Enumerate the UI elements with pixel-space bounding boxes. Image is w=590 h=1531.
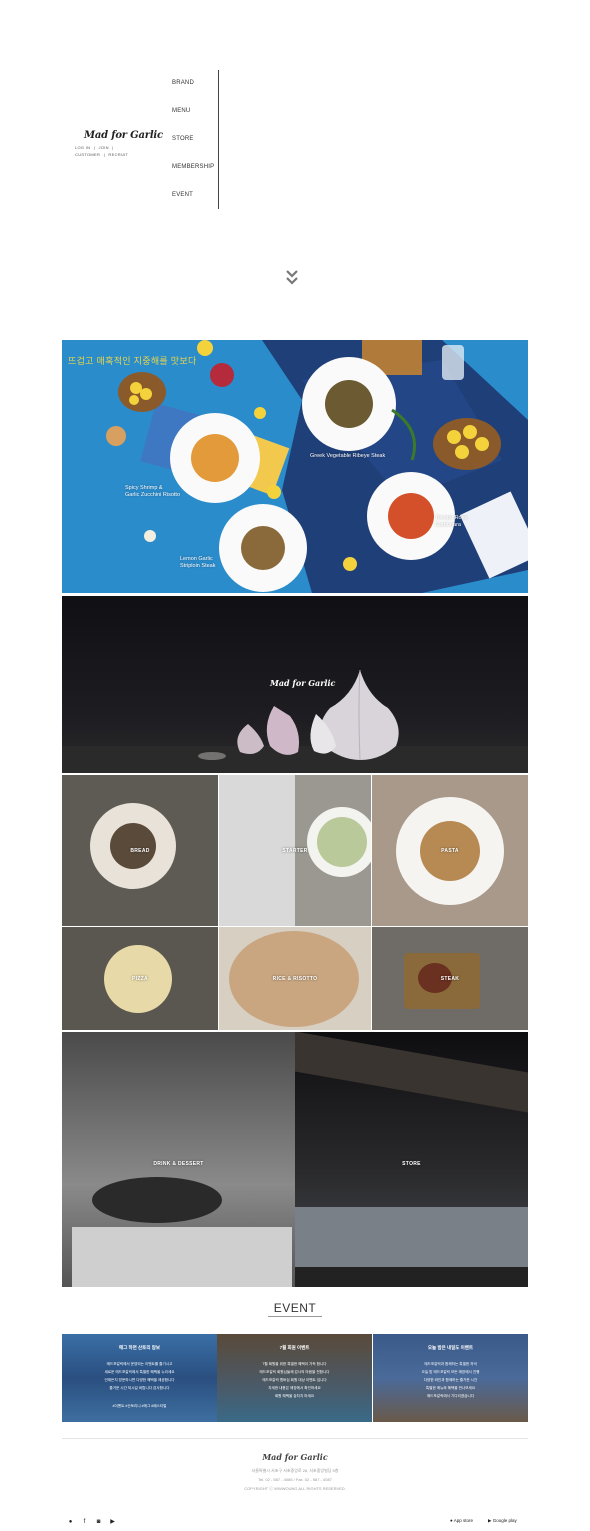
brand-banner-logo: Mad for Garlic [270,678,336,688]
app-store-label: App store [453,1518,473,1523]
event-card-body: 7월 회원을 위한 특별한 혜택이 가득 합니다 매드포갈릭 회원님들께 감사의 … [259,1362,330,1398]
event-card-title: 오늘 밤은 내일도 이벤트 [427,1345,474,1350]
google-play-label: Google play [492,1518,517,1523]
hero-title: 뜨겁고 매혹적인 지중해를 맛보다 [68,356,197,366]
customer-link[interactable]: CUSTOMER [75,152,100,157]
instagram-icon[interactable]: ◙ [94,1518,103,1527]
event-card-title: 7월 회원 이벤트 [279,1345,310,1350]
brand-banner[interactable]: Mad for Garlic [62,596,528,773]
menu-tile-label: PIZZA [132,976,148,982]
separator: | [93,145,96,150]
menu-tile-steak[interactable]: STEAK [372,927,528,1030]
menu-tile-pasta[interactable]: PASTA [372,775,528,926]
google-play-icon: ▶ [488,1518,492,1523]
event-title-underline [268,1316,322,1317]
menu-tile-label: PASTA [441,848,459,854]
recruit-link[interactable]: RECRUIT [108,152,128,157]
event-card-body: 매드포갈릭과 함께하는 특별한 저녁 오늘 밤 매드포갈릭 모든 매장에서 진행 다… [421,1362,480,1398]
nav-item-menu[interactable]: MENU [172,108,190,114]
event-card-body: 매드포갈릭에서 운영되는 이벤트를 즐기시고 새로운 매드포갈릭에서 특별한 혜택… [104,1362,175,1390]
menu-tile-label: STORE [402,1161,421,1167]
dish-label: Tomato Rose Carbonara [435,515,468,528]
youtube-icon[interactable]: ▶ [108,1518,117,1527]
event-card[interactable]: 7월 회원 이벤트 7월 회원을 위한 특별한 혜택이 가득 합니다 매드포갈릭 … [217,1334,372,1422]
separator: | [103,152,105,157]
event-card[interactable]: 오늘 밤은 내일도 이벤트 매드포갈릭과 함께하는 특별한 저녁 오늘 밤 매드포… [373,1334,528,1422]
menu-tile-rice-risotto[interactable]: RICE & RISOTTO [219,927,371,1030]
footer-copyright: COPYRIGHT ⓒ WWWOUNG ALL RIGHTS RESERVED. [244,1486,346,1491]
menu-tile-starter[interactable]: STARTER [219,775,371,926]
menu-tile-label: STEAK [440,976,460,982]
app-store-button[interactable]: ● App store [450,1518,473,1523]
menu-tile-drink-dessert[interactable]: DRINK & DESSERT [62,1032,295,1287]
join-link[interactable]: JOIN [99,145,109,150]
dish-label: Spicy Shrimp & Garlic Zucchini Risotto [125,485,181,498]
menu-tile-label: RICE & RISOTTO [272,976,318,982]
hero-food-image [62,340,528,593]
menu-tile-label: BREAD [130,848,150,854]
event-card-tags: #이벤트 #산토리니 #매그 #페스티벌 [112,1404,167,1408]
google-play-button[interactable]: ▶ Google play [488,1518,517,1524]
footer-divider [62,1438,528,1439]
event-section-title: EVENT [273,1301,317,1315]
dish-label: Lemon Garlic Striploin Steak [180,556,216,569]
nav-item-event[interactable]: EVENT [172,192,193,198]
footer-address: 서울특별시 서초구 서초중앙로 26, 서초중앙빌딩 5층 [251,1468,339,1473]
hero-banner[interactable]: 뜨겁고 매혹적인 지중해를 맛보다 Greek Vegetable Ribeye… [62,340,528,593]
nav-divider [218,70,219,209]
menu-tile-label: DRINK & DESSERT [153,1161,204,1167]
login-link[interactable]: LOG IN [75,145,90,150]
dish-label: Greek Vegetable Ribeye Steak [310,453,386,459]
apple-icon: ● [450,1518,453,1523]
menu-tile-store[interactable]: STORE [295,1032,528,1287]
separator: | [112,145,114,150]
scroll-down-icon[interactable] [284,268,300,288]
nav-item-membership[interactable]: MEMBERSHIP [172,164,214,170]
site-logo[interactable]: Mad for Garlic [84,130,163,141]
event-card[interactable]: 매그 하면 산토리 맘보 매드포갈릭에서 운영되는 이벤트를 즐기시고 새로운 매… [62,1334,217,1422]
menu-tile-bread[interactable]: BREAD [62,775,218,926]
footer-logo: Mad for Garlic [262,1452,328,1462]
utility-links: LOG IN | JOIN | CUSTOMER | RECRUIT [75,144,137,158]
nav-item-store[interactable]: STORE [172,136,194,142]
facebook-icon[interactable]: f [80,1518,89,1527]
footer-contact: Tel. 02 - 587 - 4085 / Fax. 02 - 587 - 4… [258,1477,332,1482]
event-card-title: 매그 하면 산토리 맘보 [118,1345,160,1350]
kakao-icon[interactable]: ● [66,1518,75,1527]
menu-tile-label: STARTER [282,848,308,854]
nav-item-brand[interactable]: BRAND [172,80,194,86]
menu-tile-pizza[interactable]: PIZZA [62,927,218,1030]
